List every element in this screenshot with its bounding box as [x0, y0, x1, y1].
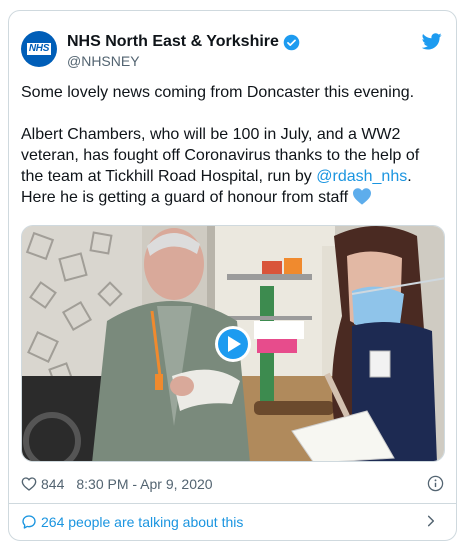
talking-about-text: 264 people are talking about this	[41, 514, 244, 530]
display-name[interactable]: NHS North East & Yorkshire	[67, 32, 279, 52]
user-handle[interactable]: @NHSNEY	[67, 52, 300, 70]
info-icon[interactable]	[427, 475, 444, 492]
like-count: 844	[41, 476, 65, 492]
tweet-timestamp[interactable]: 8:30 PM - Apr 9, 2020	[76, 476, 212, 492]
heart-outline-icon	[21, 477, 37, 491]
tweet-line-1: Some lovely news coming from Doncaster t…	[21, 84, 415, 101]
tweet-header: NHS NHS North East & Yorkshire @NHSNEY	[21, 27, 444, 71]
chevron-right-icon	[427, 515, 435, 527]
comment-icon	[22, 515, 36, 529]
avatar[interactable]: NHS	[21, 31, 57, 67]
like-button[interactable]: 844	[21, 476, 64, 492]
twitter-bird-icon[interactable]	[422, 31, 442, 51]
mention-link[interactable]: @rdash_nhs	[316, 168, 407, 185]
blue-heart-emoji-icon	[353, 188, 372, 205]
video-scene	[22, 226, 444, 461]
verified-badge-icon	[283, 34, 300, 50]
tweet-meta: 844 8:30 PM - Apr 9, 2020	[21, 472, 444, 496]
tweet-text: Some lovely news coming from Doncaster t…	[21, 82, 441, 208]
author-names: NHS North East & Yorkshire @NHSNEY	[67, 32, 300, 70]
video-thumbnail[interactable]	[21, 225, 445, 462]
nhs-logo: NHS	[26, 43, 52, 55]
display-name-row: NHS North East & Yorkshire	[67, 32, 300, 52]
conversation-link[interactable]: 264 people are talking about this	[21, 511, 444, 533]
tweet-card: NHS NHS North East & Yorkshire @NHSNEY S…	[8, 10, 457, 541]
divider	[9, 503, 456, 504]
